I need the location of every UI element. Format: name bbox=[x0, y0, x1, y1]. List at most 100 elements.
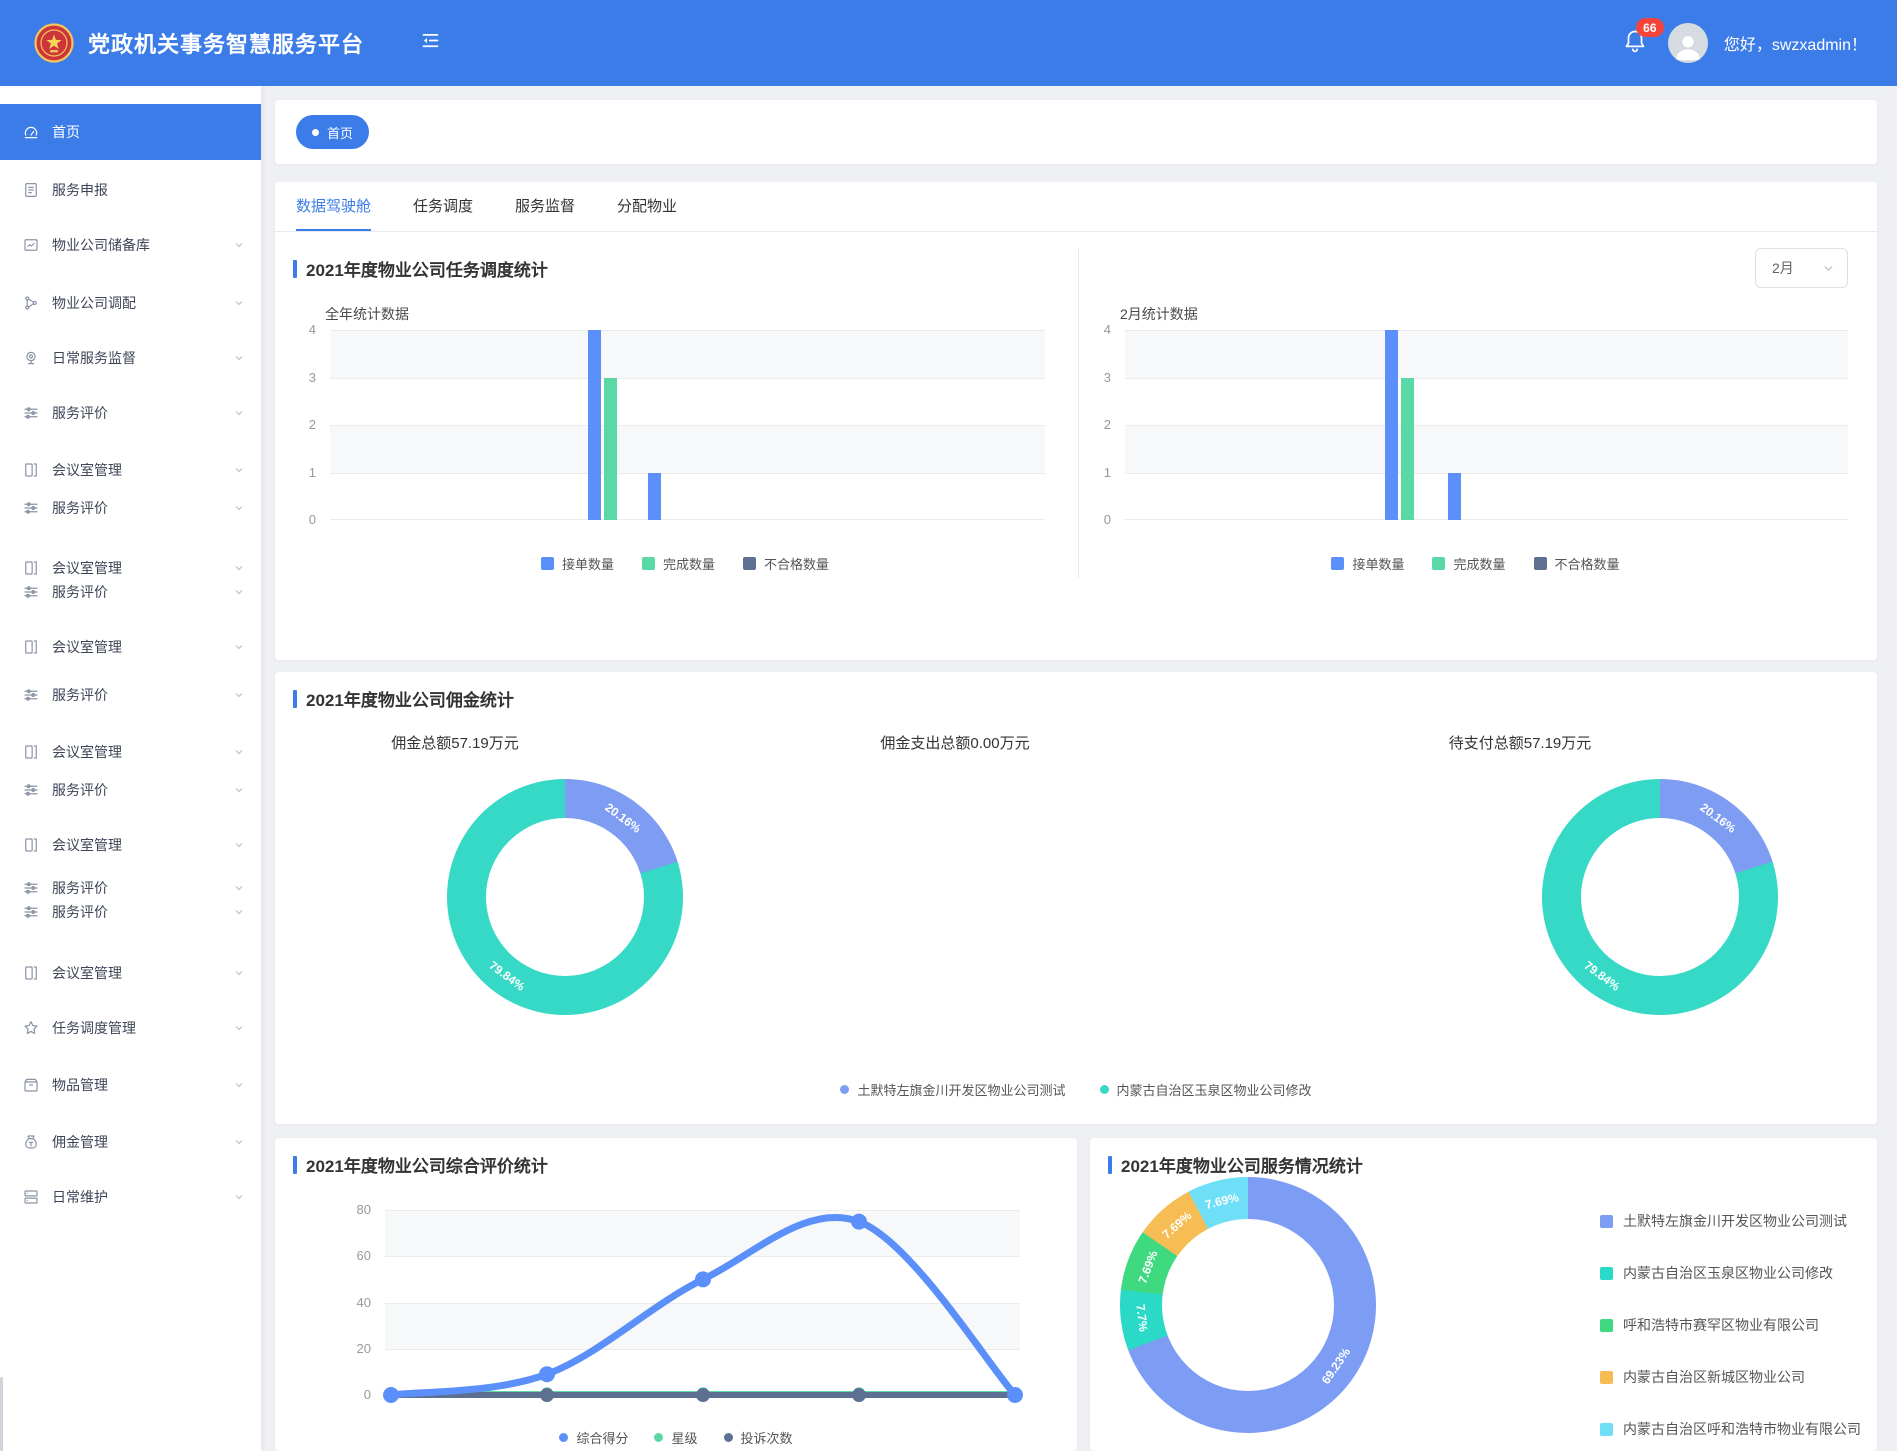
door-icon bbox=[22, 461, 40, 479]
sidebar-item-7[interactable]: 会议室管理 bbox=[0, 457, 261, 483]
legend-item-2[interactable]: 内蒙古自治区玉泉区物业公司修改 bbox=[1100, 1080, 1312, 1099]
header-right: 66 您好，swzxadmin！ bbox=[1622, 0, 1867, 86]
sidebar-item-5[interactable]: 日常服务监督 bbox=[0, 345, 261, 371]
service-legend-item-5[interactable]: 内蒙古自治区呼和浩特市物业有限公司 bbox=[1600, 1419, 1861, 1439]
tab-1[interactable]: 数据驾驶舱 bbox=[296, 182, 371, 231]
y-axis-tick: 0 bbox=[284, 512, 316, 527]
service-legend-item-3[interactable]: 呼和浩特市赛罕区物业有限公司 bbox=[1600, 1315, 1819, 1335]
tab-2[interactable]: 任务调度 bbox=[413, 182, 473, 231]
legend-item-3[interactable]: 不合格数量 bbox=[1534, 554, 1620, 573]
bar-接单数量 bbox=[648, 473, 661, 521]
sidebar-item-label: 服务评价 bbox=[52, 902, 108, 922]
sidebar-item-6[interactable]: 服务评价 bbox=[0, 400, 261, 426]
plot-band bbox=[330, 473, 1045, 521]
sidebar-item-16[interactable]: 服务评价 bbox=[0, 875, 261, 901]
legend-item-1[interactable]: 土默特左旗金川开发区物业公司测试 bbox=[840, 1080, 1065, 1099]
data-point bbox=[851, 1214, 867, 1230]
sidebar-item-19[interactable]: 任务调度管理 bbox=[0, 1015, 261, 1041]
chevron-down-icon bbox=[1822, 262, 1835, 275]
task-card-title: 2021年度物业公司任务调度统计 bbox=[306, 256, 548, 281]
legend-label: 呼和浩特市赛罕区物业有限公司 bbox=[1623, 1315, 1819, 1335]
sliders-icon bbox=[22, 903, 40, 921]
sidebar-item-2[interactable]: 服务申报 bbox=[0, 177, 261, 203]
plot-band bbox=[1125, 473, 1848, 521]
data-point bbox=[1007, 1387, 1023, 1403]
sidebar-item-10[interactable]: 服务评价 bbox=[0, 579, 261, 605]
commission-card-title: 2021年度物业公司佣金统计 bbox=[306, 686, 514, 711]
legend-label: 接单数量 bbox=[562, 554, 614, 573]
data-point bbox=[539, 1366, 555, 1382]
sidebar-item-20[interactable]: 物品管理 bbox=[0, 1072, 261, 1098]
legend-item-2[interactable]: 完成数量 bbox=[642, 554, 715, 573]
legend-label: 内蒙古自治区新城区物业公司 bbox=[1623, 1367, 1805, 1387]
chevron-down-icon bbox=[233, 1136, 245, 1148]
gridline bbox=[330, 378, 1045, 379]
legend-marker bbox=[642, 557, 655, 570]
line-series-综合得分 bbox=[391, 1217, 1015, 1395]
sidebar-item-22[interactable]: 日常维护 bbox=[0, 1184, 261, 1210]
sidebar-scrollbar[interactable] bbox=[0, 1377, 3, 1451]
plot-band bbox=[1125, 330, 1848, 378]
sidebar-item-12[interactable]: 服务评价 bbox=[0, 682, 261, 708]
plot-band bbox=[1125, 425, 1848, 473]
sidebar-item-15[interactable]: 会议室管理 bbox=[0, 832, 261, 858]
data-point bbox=[540, 1388, 554, 1402]
legend-label: 星级 bbox=[671, 1428, 697, 1447]
sidebar-item-11[interactable]: 会议室管理 bbox=[0, 634, 261, 660]
notification-bell-icon[interactable]: 66 bbox=[1622, 26, 1652, 60]
sidebar-item-label: 会议室管理 bbox=[52, 742, 122, 762]
sidebar-item-13[interactable]: 会议室管理 bbox=[0, 739, 261, 765]
service-legend-item-2[interactable]: 内蒙古自治区玉泉区物业公司修改 bbox=[1600, 1263, 1833, 1283]
legend-item-1[interactable]: 接单数量 bbox=[541, 554, 614, 573]
section-marker bbox=[293, 690, 297, 708]
sidebar-item-8[interactable]: 服务评价 bbox=[0, 495, 261, 521]
box-icon bbox=[22, 1076, 40, 1094]
tab-4[interactable]: 分配物业 bbox=[617, 182, 677, 231]
task-section-header: 2021年度物业公司任务调度统计 bbox=[293, 256, 548, 281]
chevron-down-icon bbox=[233, 352, 245, 364]
sidebar-item-14[interactable]: 服务评价 bbox=[0, 777, 261, 803]
legend-item-2[interactable]: 星级 bbox=[654, 1428, 697, 1447]
legend-item-2[interactable]: 完成数量 bbox=[1432, 554, 1505, 573]
user-avatar[interactable] bbox=[1668, 23, 1708, 63]
data-point bbox=[695, 1271, 711, 1287]
legend-label: 不合格数量 bbox=[1555, 554, 1620, 573]
commission-legend: 土默特左旗金川开发区物业公司测试 内蒙古自治区玉泉区物业公司修改 bbox=[275, 1080, 1877, 1099]
legend-label: 内蒙古自治区玉泉区物业公司修改 bbox=[1623, 1263, 1833, 1283]
sidebar-item-9[interactable]: 会议室管理 bbox=[0, 555, 261, 581]
sliders-icon bbox=[22, 404, 40, 422]
service-legend-item-1[interactable]: 土默特左旗金川开发区物业公司测试 bbox=[1600, 1211, 1847, 1231]
legend-marker bbox=[1600, 1319, 1613, 1332]
sliders-icon bbox=[22, 499, 40, 517]
sidebar-item-4[interactable]: 物业公司调配 bbox=[0, 290, 261, 316]
legend-item-3[interactable]: 不合格数量 bbox=[743, 554, 829, 573]
sidebar-item-label: 服务评价 bbox=[52, 403, 108, 423]
legend-item-3[interactable]: 投诉次数 bbox=[724, 1428, 793, 1447]
legend-label: 投诉次数 bbox=[741, 1428, 793, 1447]
plot-band bbox=[330, 425, 1045, 473]
chevron-down-icon bbox=[233, 746, 245, 758]
chevron-down-icon bbox=[233, 464, 245, 476]
tab-3[interactable]: 服务监督 bbox=[515, 182, 575, 231]
service-legend-item-4[interactable]: 内蒙古自治区新城区物业公司 bbox=[1600, 1367, 1805, 1387]
month-select[interactable]: 2月 bbox=[1755, 248, 1848, 288]
breadcrumb-home-tag[interactable]: 首页 bbox=[296, 115, 369, 149]
sidebar-item-21[interactable]: 佣金管理 bbox=[0, 1129, 261, 1155]
legend-marker bbox=[1331, 557, 1344, 570]
annual-bar-chart: 43210 bbox=[330, 330, 1045, 520]
sidebar-item-1[interactable]: 首页 bbox=[0, 104, 261, 160]
legend-label: 综合得分 bbox=[576, 1428, 628, 1447]
sidebar-item-label: 会议室管理 bbox=[52, 835, 122, 855]
chevron-down-icon bbox=[233, 586, 245, 598]
sidebar-item-18[interactable]: 会议室管理 bbox=[0, 960, 261, 986]
door-icon bbox=[22, 964, 40, 982]
monitor-icon bbox=[22, 349, 40, 367]
maintain-icon bbox=[22, 1188, 40, 1206]
legend-item-1[interactable]: 综合得分 bbox=[559, 1428, 628, 1447]
sidebar-item-3[interactable]: 物业公司储备库 bbox=[0, 232, 261, 258]
sidebar-item-17[interactable]: 服务评价 bbox=[0, 899, 261, 925]
star-icon bbox=[22, 1019, 40, 1037]
legend-item-1[interactable]: 接单数量 bbox=[1331, 554, 1404, 573]
sidebar-item-label: 服务评价 bbox=[52, 498, 108, 518]
menu-fold-icon[interactable] bbox=[420, 30, 441, 56]
